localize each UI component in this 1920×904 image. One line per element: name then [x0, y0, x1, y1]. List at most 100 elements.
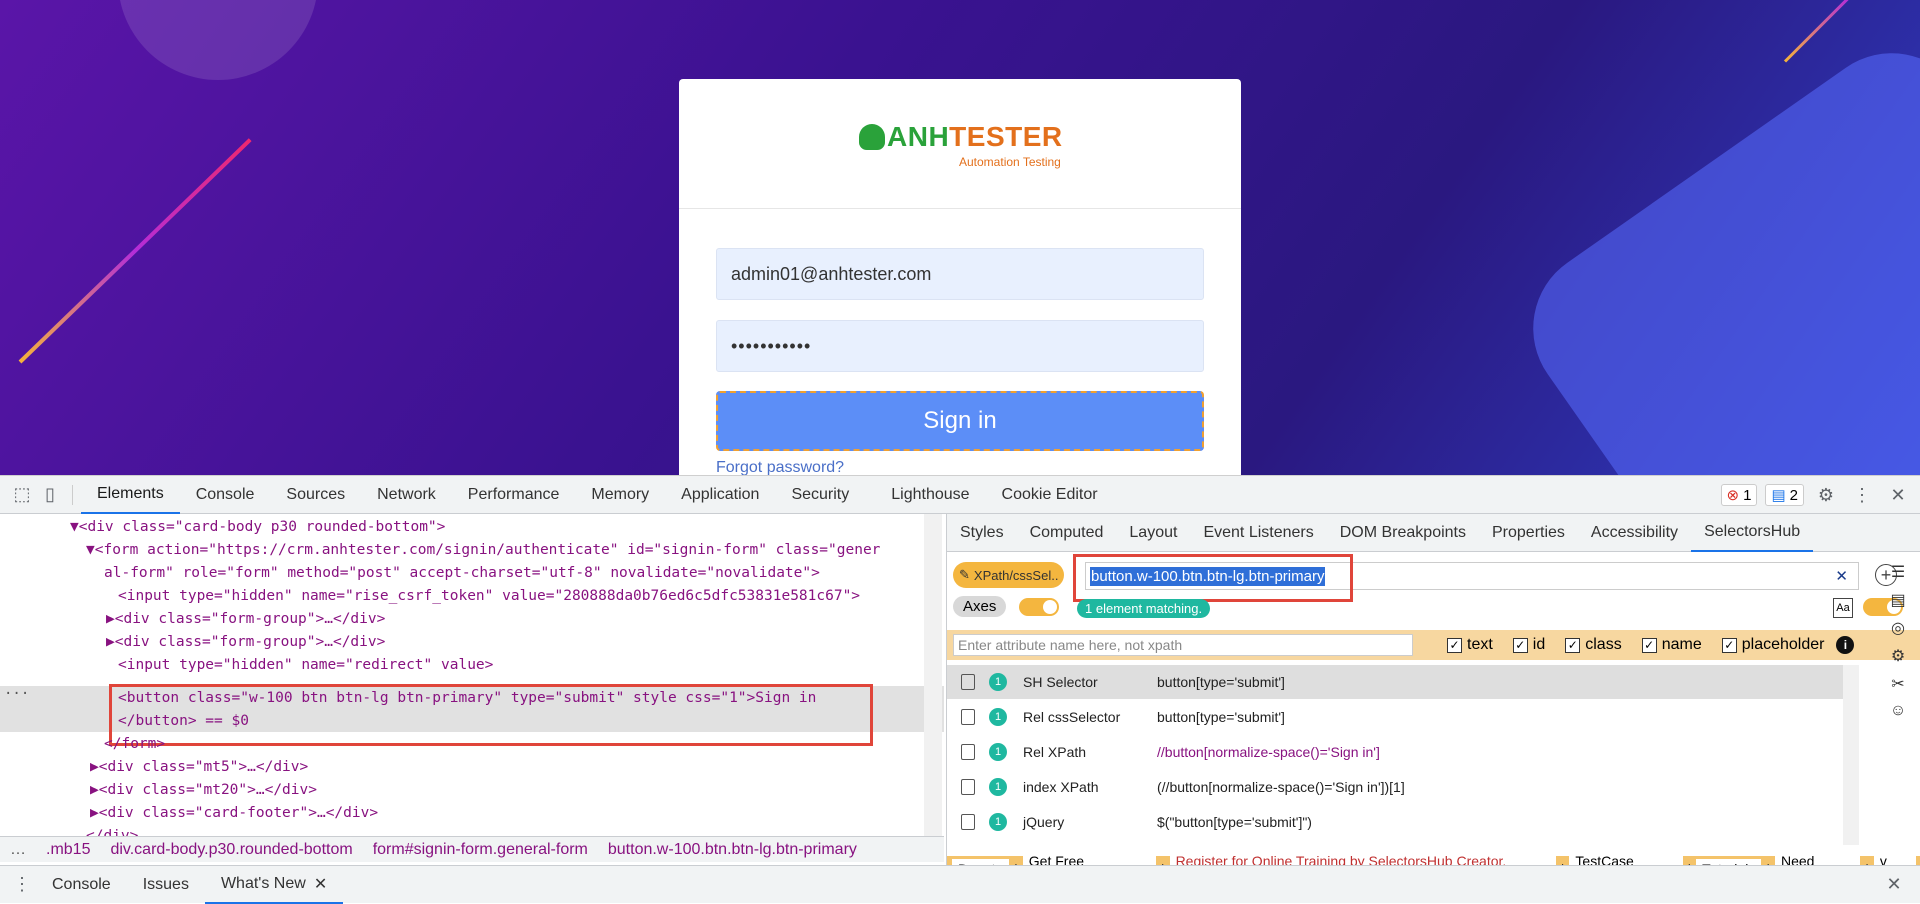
gear-icon[interactable]: ⚙ — [1891, 646, 1905, 666]
signin-button[interactable]: Sign in — [716, 391, 1204, 451]
axes-toggle[interactable] — [1019, 598, 1059, 616]
copy-icon[interactable] — [961, 709, 975, 725]
more-icon[interactable]: ⋮ — [1848, 481, 1876, 509]
chat-icon[interactable]: ☺ — [1890, 702, 1906, 720]
selector-row-css[interactable]: 1 Rel cssSelector button[type='submit'] — [947, 700, 1847, 735]
tab-cookie-editor[interactable]: Cookie Editor — [986, 476, 1114, 514]
elements-scrollbar[interactable] — [924, 514, 942, 836]
tab-sources[interactable]: Sources — [270, 476, 361, 514]
clear-icon[interactable]: ✕ — [1835, 567, 1848, 585]
attribute-input[interactable]: Enter attribute name here, not xpath — [953, 634, 1413, 656]
code-line[interactable]: al-form" role="form" method="post" accep… — [104, 562, 820, 585]
tab-selectorshub[interactable]: SelectorsHub — [1691, 514, 1814, 552]
checkbox-name[interactable]: ✓ name — [1641, 636, 1702, 654]
copy-icon[interactable] — [961, 814, 975, 830]
checkbox-text[interactable]: ✓ text — [1447, 636, 1493, 654]
device-toolbar-icon[interactable]: ▯ — [36, 481, 64, 509]
breadcrumb-item[interactable]: div.card-body.p30.rounded-bottom — [110, 841, 352, 859]
selector-row-index-xpath[interactable]: 1 index XPath (//button[normalize-space()=… — [947, 770, 1847, 805]
drawer-tabbar: ⋮ Console Issues What's New ✕ ✕ — [0, 865, 1920, 904]
tab-accessibility[interactable]: Accessibility — [1578, 514, 1691, 552]
tool-icons: ☰ ▤ ◎ ⚙ ✂ ☺ — [1883, 562, 1913, 720]
settings-icon[interactable]: ☰ — [1891, 562, 1905, 582]
breadcrumb-item[interactable]: button.w-100.btn.btn-lg.btn-primary — [608, 841, 857, 859]
selector-row-xpath[interactable]: 1 Rel XPath//button[normalize-space()='Si… — [947, 735, 1847, 770]
tab-security[interactable]: Security — [775, 476, 865, 514]
selector-row-sh[interactable]: 1 SH Selector button[type='submit'] — [947, 665, 1847, 700]
drawer-tab-console[interactable]: Console — [36, 866, 127, 904]
code-line[interactable]: </div> — [86, 825, 138, 836]
sidebar-pane: Styles Computed Layout Event Listeners D… — [946, 514, 1920, 887]
selector-row-jquery[interactable]: 1 jQuery $("button[type='submit']") — [947, 805, 1847, 840]
code-line[interactable]: <input type="hidden" name="redirect" val… — [118, 654, 493, 677]
close-drawer-icon[interactable]: ✕ — [1880, 871, 1908, 899]
error-icon: ⊗ — [1726, 487, 1740, 504]
font-icon[interactable]: Aa — [1833, 598, 1853, 618]
code-line[interactable]: </form> — [104, 733, 165, 756]
drawer-tab-issues[interactable]: Issues — [127, 866, 205, 904]
tab-properties[interactable]: Properties — [1479, 514, 1578, 552]
card-header: ANHTESTER Automation Testing — [679, 79, 1241, 209]
email-field[interactable]: admin01@anhtester.com — [716, 248, 1204, 300]
copy-icon[interactable] — [961, 744, 975, 760]
forgot-password-link[interactable]: Forgot password? — [716, 459, 844, 475]
more-icon[interactable]: ··· — [4, 686, 29, 702]
message-icon: ▤ — [1771, 487, 1786, 504]
tools-icon[interactable]: ✂ — [1891, 674, 1904, 694]
code-line[interactable]: ▼<div class="card-body p30 rounded-botto… — [70, 516, 445, 539]
login-page: ANHTESTER Automation Testing admin01@anh… — [0, 0, 1920, 475]
axes-label[interactable]: Axes — [953, 596, 1007, 617]
document-icon[interactable]: ▤ — [1890, 590, 1905, 610]
tab-computed[interactable]: Computed — [1017, 514, 1117, 552]
more-icon[interactable]: … — [10, 841, 26, 859]
password-field[interactable]: ••••••••••• — [716, 320, 1204, 372]
logo: ANHTESTER Automation Testing — [859, 121, 1069, 171]
tab-application[interactable]: Application — [665, 476, 775, 514]
tab-elements[interactable]: Elements — [81, 476, 180, 514]
tab-performance[interactable]: Performance — [452, 476, 576, 514]
highlight-box — [109, 684, 873, 746]
tab-memory[interactable]: Memory — [575, 476, 665, 514]
devtools: ⬚ ▯ Elements Console Sources Network Per… — [0, 475, 1920, 904]
code-line[interactable]: <input type="hidden" name="rise_csrf_tok… — [118, 585, 860, 608]
tab-dom-breakpoints[interactable]: DOM Breakpoints — [1327, 514, 1479, 552]
tab-lighthouse[interactable]: Lighthouse — [875, 476, 985, 514]
decor-blob — [118, 0, 318, 80]
info-icon[interactable]: i — [1836, 636, 1855, 654]
checkbox-id[interactable]: ✓ id — [1512, 636, 1545, 654]
breadcrumb-item[interactable]: form#signin-form.general-form — [373, 841, 588, 859]
code-line[interactable]: ▼<form action="https://crm.anhtester.com… — [86, 539, 880, 562]
devtools-tabbar: ⬚ ▯ Elements Console Sources Network Per… — [0, 476, 1920, 514]
checkbox-class[interactable]: ✓ class — [1565, 636, 1622, 654]
code-line[interactable]: ▶<div class="mt20">…</div> — [90, 779, 317, 802]
tab-network[interactable]: Network — [361, 476, 452, 514]
more-icon[interactable]: ⋮ — [8, 871, 36, 899]
decor-shape — [1501, 21, 1920, 475]
attribute-bar: Enter attribute name here, not xpath ✓ te… — [947, 630, 1920, 660]
messages-badge[interactable]: ▤ 2 — [1765, 484, 1804, 506]
breadcrumb-item[interactable]: .mb15 — [46, 841, 90, 859]
errors-badge[interactable]: ⊗ 1 — [1720, 484, 1758, 506]
target-icon[interactable]: ◎ — [1891, 618, 1905, 638]
tab-layout[interactable]: Layout — [1116, 514, 1190, 552]
code-line[interactable]: ▶<div class="card-footer">…</div> — [90, 802, 378, 825]
matching-badge: 1 element matching. — [1077, 599, 1211, 618]
copy-icon[interactable] — [961, 779, 975, 795]
tab-console[interactable]: Console — [180, 476, 271, 514]
inspect-icon[interactable]: ⬚ — [8, 481, 36, 509]
code-line[interactable]: ▶<div class="mt5">…</div> — [90, 756, 308, 779]
mode-button[interactable]: ✎ XPath/cssSel.. — [953, 562, 1065, 588]
axes-row: Axes 1 element matching. Aa — [953, 596, 1913, 622]
copy-icon[interactable] — [961, 674, 975, 690]
logo-subtitle: Automation Testing — [959, 155, 1061, 169]
gear-icon[interactable]: ⚙ — [1812, 481, 1840, 509]
list-scrollbar[interactable] — [1843, 665, 1859, 845]
code-line[interactable]: ▶<div class="form-group">…</div> — [106, 608, 385, 631]
tab-event-listeners[interactable]: Event Listeners — [1190, 514, 1326, 552]
drawer-tab-whats-new[interactable]: What's New ✕ — [204, 866, 344, 904]
checkbox-placeholder[interactable]: ✓ placeholder — [1721, 636, 1824, 654]
close-icon[interactable]: ✕ — [314, 874, 327, 894]
tab-styles[interactable]: Styles — [947, 514, 1017, 552]
code-line[interactable]: ▶<div class="form-group">…</div> — [106, 631, 385, 654]
close-icon[interactable]: ✕ — [1884, 481, 1912, 509]
